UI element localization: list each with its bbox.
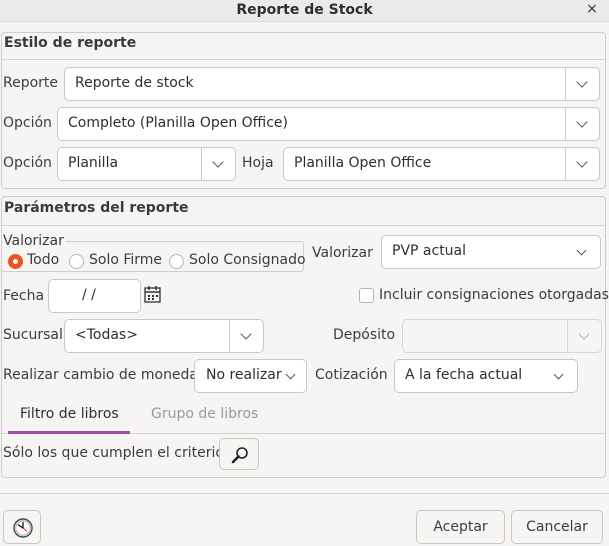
chevron-down-icon: [578, 328, 590, 340]
deposito-combo-button[interactable]: [567, 320, 601, 352]
reporte-combo[interactable]: Reporte de stock: [64, 67, 600, 101]
radio-todo[interactable]: [8, 254, 23, 269]
tab-grupo-de-libros[interactable]: Grupo de libros: [151, 406, 258, 422]
cotizacion-label: Cotización: [315, 367, 388, 383]
fecha-value: / /: [82, 287, 96, 303]
sucursal-combo-value: <Todas>: [75, 327, 138, 343]
tab-filtro-de-libros[interactable]: Filtro de libros: [20, 406, 119, 422]
reporte-combo-button[interactable]: [565, 68, 599, 100]
opcion2-combo-value: Planilla: [68, 155, 119, 171]
footer-separator: [0, 493, 609, 494]
moneda-label: Realizar cambio de moneda: [3, 367, 199, 383]
magnifier-icon: [231, 447, 248, 464]
cotizacion-combo-value: A la fecha actual: [405, 367, 523, 383]
chevron-down-icon: [576, 76, 588, 88]
chevron-down-icon: [553, 369, 564, 380]
opcion2-combo-button[interactable]: [201, 148, 235, 180]
valorizar-combo-value: PVP actual: [392, 243, 467, 259]
aceptar-button[interactable]: Aceptar: [416, 510, 505, 544]
chevron-down-icon: [576, 245, 587, 256]
moneda-combo[interactable]: No realizar: [194, 359, 307, 393]
chevron-down-icon: [285, 369, 296, 380]
reporte-combo-value: Reporte de stock: [75, 75, 194, 91]
radio-solo-consignado-label[interactable]: Solo Consignado: [189, 252, 306, 268]
hoja-combo-value: Planilla Open Office: [294, 155, 432, 171]
chevron-down-icon: [240, 328, 252, 340]
opcion1-combo[interactable]: Completo (Planilla Open Office): [57, 107, 600, 141]
clock-button[interactable]: [3, 510, 41, 544]
hoja-label: Hoja: [242, 155, 274, 171]
radio-todo-label[interactable]: Todo: [27, 252, 59, 268]
sucursal-combo-button[interactable]: [229, 320, 263, 352]
criterio-search-button[interactable]: [219, 438, 259, 470]
hoja-combo[interactable]: Planilla Open Office: [283, 147, 600, 181]
tab-active-indicator: [8, 431, 130, 434]
estilo-group-title: Estilo de reporte: [4, 35, 137, 51]
opcion2-label: Opción: [3, 155, 52, 171]
chevron-down-icon: [576, 156, 588, 168]
clock-icon: [13, 518, 33, 538]
sucursal-combo[interactable]: <Todas>: [64, 319, 264, 353]
valorizar-fieldset-label: Valorizar: [3, 233, 66, 249]
estilo-separator: [1, 59, 606, 60]
cotizacion-combo[interactable]: A la fecha actual: [394, 359, 578, 393]
sucursal-label: Sucursal: [3, 327, 63, 343]
cancelar-button[interactable]: Cancelar: [511, 510, 603, 544]
fecha-label: Fecha: [3, 288, 45, 304]
radio-solo-firme-label[interactable]: Solo Firme: [89, 252, 162, 268]
deposito-combo[interactable]: [402, 319, 602, 353]
window-title: Reporte de Stock: [236, 2, 373, 18]
valorizar-label: Valorizar: [312, 245, 373, 261]
fecha-input[interactable]: / /: [48, 279, 141, 313]
incluir-consignaciones-checkbox[interactable]: [359, 288, 374, 303]
parametros-separator: [1, 225, 606, 226]
incluir-consignaciones-label[interactable]: Incluir consignaciones otorgadas: [379, 287, 609, 303]
close-icon[interactable]: ×: [583, 1, 601, 19]
opcion2-combo[interactable]: Planilla: [57, 147, 236, 181]
deposito-label: Depósito: [333, 327, 396, 343]
criterio-label: Sólo los que cumplen el criterio: [3, 445, 224, 461]
opcion1-combo-button[interactable]: [565, 108, 599, 140]
parametros-group-title: Parámetros del reporte: [4, 200, 189, 216]
reporte-label: Reporte: [3, 75, 59, 91]
valorizar-combo[interactable]: PVP actual: [381, 235, 601, 269]
opcion1-combo-value: Completo (Planilla Open Office): [68, 115, 288, 131]
chevron-down-icon: [576, 116, 588, 128]
calendar-icon[interactable]: [143, 285, 162, 304]
moneda-combo-value: No realizar: [206, 367, 282, 383]
radio-solo-consignado[interactable]: [169, 254, 184, 269]
hoja-combo-button[interactable]: [565, 148, 599, 180]
chevron-down-icon: [212, 156, 224, 168]
radio-solo-firme[interactable]: [69, 254, 84, 269]
opcion1-label: Opción: [3, 115, 52, 131]
